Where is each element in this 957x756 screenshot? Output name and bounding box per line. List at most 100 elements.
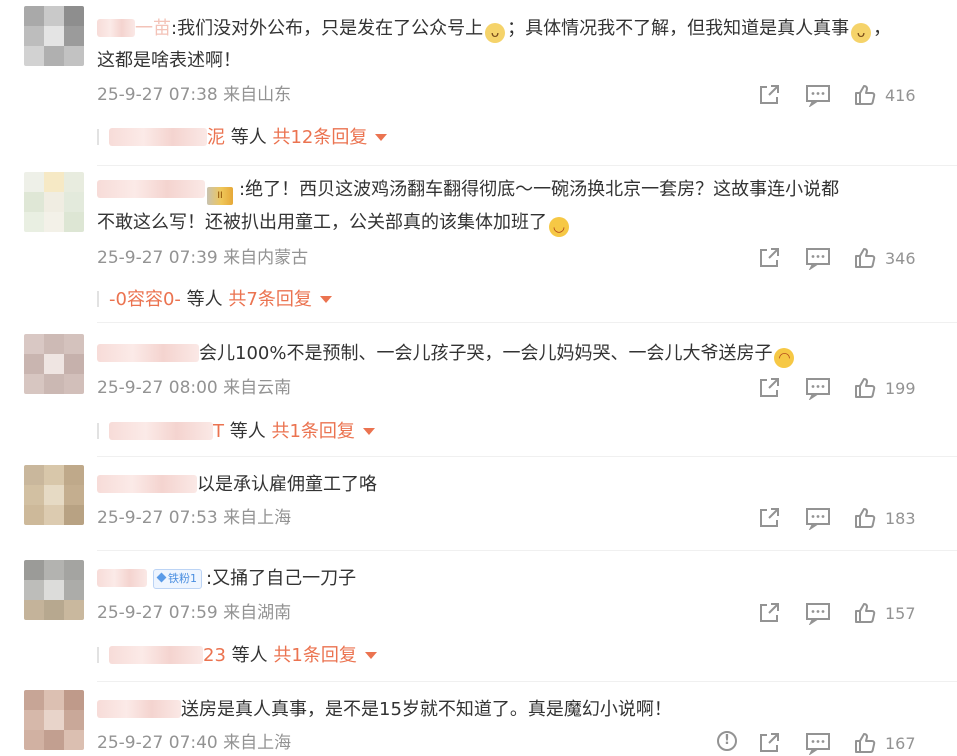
divider (97, 681, 957, 682)
reply-count[interactable]: 共1条回复 (271, 421, 354, 442)
comment-actions: 416 (757, 82, 957, 108)
like-count: 199 (885, 378, 916, 398)
reply-etc: 等人 (230, 127, 267, 148)
like-count: 157 (885, 603, 916, 623)
comment-button[interactable] (805, 82, 831, 108)
reply-etc: 等人 (186, 289, 223, 310)
avatar[interactable] (24, 6, 84, 66)
fan-badge[interactable]: 铁粉1 (153, 569, 202, 589)
reply-summary[interactable]: 23 等人 共1条回复 (97, 643, 377, 669)
blurred-username (109, 422, 213, 440)
avatar[interactable] (24, 690, 84, 750)
like-button[interactable]: 167 (853, 730, 916, 756)
blurred-username[interactable] (97, 475, 197, 493)
timestamp: 25-9-27 07:53 (97, 508, 218, 528)
comment-meta: 25-9-27 07:40 来自上海 (97, 732, 291, 754)
reply-count[interactable]: 共7条回复 (228, 289, 311, 310)
reply-bar (97, 647, 99, 663)
share-button[interactable] (757, 375, 781, 401)
cat-emoji-icon: ᴗ (851, 23, 872, 43)
like-button[interactable]: 346 (853, 245, 916, 271)
reply-summary[interactable]: T 等人 共1条回复 (97, 419, 375, 445)
share-icon (760, 603, 779, 622)
location: 来自山东 (223, 85, 292, 105)
comment-actions: 346 (757, 245, 957, 271)
timestamp: 25-9-27 07:38 (97, 85, 218, 105)
divider (97, 456, 957, 457)
blurred-username[interactable] (97, 180, 205, 198)
like-icon (855, 508, 876, 528)
like-button[interactable]: 416 (853, 82, 916, 108)
location: 来自湖南 (223, 603, 292, 623)
like-count: 167 (885, 733, 916, 753)
like-button[interactable]: 183 (853, 505, 916, 531)
like-button[interactable]: 157 (853, 600, 916, 626)
comment-text: 铁粉1:又捅了自己一刀子 (97, 566, 356, 592)
comment-text: 送房是真人真事，是不是15岁就不知道了。真是魔幻小说啊！ (97, 697, 672, 723)
share-icon (760, 508, 779, 527)
share-button[interactable] (757, 245, 781, 271)
divider (97, 322, 957, 323)
share-icon (760, 378, 779, 397)
comment-button[interactable] (805, 505, 831, 531)
comment-button[interactable] (805, 375, 831, 401)
reply-count[interactable]: 共12条回复 (272, 127, 367, 148)
fan-medal-icon: II (207, 187, 233, 205)
comment-button[interactable] (805, 730, 831, 756)
reply-user[interactable]: T (213, 421, 224, 442)
reply-summary[interactable]: -0容容0- 等人 共7条回复 (97, 287, 332, 313)
share-button[interactable] (757, 82, 781, 108)
comment-button[interactable] (805, 245, 831, 271)
chevron-down-icon[interactable] (362, 428, 375, 435)
reply-user[interactable]: -0容容0- (109, 289, 181, 310)
reply-user[interactable]: 23 (203, 645, 226, 666)
avatar[interactable] (24, 465, 84, 525)
comment-button[interactable] (805, 600, 831, 626)
comment-meta: 25-9-27 07:59 来自湖南 (97, 602, 291, 624)
location: 来自上海 (223, 733, 292, 753)
comment-actions: 183 (757, 505, 957, 531)
comment-meta: 25-9-27 07:39 来自内蒙古 (97, 247, 308, 269)
comment-text: 会儿100%不是预制、一会儿孩子哭，一会儿妈妈哭、一会儿大爷送房子 ◠ (97, 341, 796, 368)
like-icon (855, 603, 876, 623)
blurred-username[interactable] (97, 19, 135, 37)
timestamp: 25-9-27 07:39 (97, 248, 218, 268)
blurred-username[interactable] (97, 569, 147, 587)
comment-icon (806, 603, 830, 625)
blurred-username[interactable] (97, 700, 181, 718)
comment-icon (806, 378, 830, 400)
chevron-down-icon[interactable] (319, 296, 332, 303)
chevron-down-icon[interactable] (375, 134, 388, 141)
blurred-username[interactable] (97, 344, 199, 362)
share-button[interactable] (757, 730, 781, 756)
comment-icon (806, 508, 830, 530)
comment-text: 一苗:我们没对外公布，只是发在了公众号上 ᴗ ；具体情况我不了解，但我知道是真人真事… (97, 16, 891, 43)
avatar[interactable] (24, 560, 84, 620)
timestamp: 25-9-27 07:59 (97, 603, 218, 623)
avatar[interactable] (24, 334, 84, 394)
username[interactable]: 一苗 (135, 18, 171, 39)
report-icon[interactable]: ! (717, 731, 737, 751)
avatar[interactable] (24, 172, 84, 232)
share-button[interactable] (757, 600, 781, 626)
reply-bar (97, 129, 99, 145)
comment-actions: 157 (757, 600, 957, 626)
share-button[interactable] (757, 505, 781, 531)
share-icon (760, 85, 779, 104)
reply-user[interactable]: 泥 (207, 127, 225, 148)
location: 来自内蒙古 (223, 248, 309, 268)
comment-text-line2: 不敢这么写！还被扒出用童工，公关部真的该集体加班了 ◡ (97, 210, 571, 237)
reply-summary[interactable]: 泥 等人 共12条回复 (97, 125, 388, 151)
like-button[interactable]: 199 (853, 375, 916, 401)
comment-icon (806, 733, 830, 755)
reply-count[interactable]: 共1条回复 (273, 645, 356, 666)
divider (97, 550, 957, 551)
comment-text: 以是承认雇佣童工了咯 (97, 472, 377, 498)
like-count: 346 (885, 248, 916, 268)
chevron-down-icon[interactable] (364, 652, 377, 659)
timestamp: 25-9-27 07:40 (97, 733, 218, 753)
reply-etc: 等人 (231, 645, 268, 666)
comment-meta: 25-9-27 07:53 来自上海 (97, 507, 291, 529)
blurred-username (109, 646, 203, 664)
divider (97, 165, 957, 166)
